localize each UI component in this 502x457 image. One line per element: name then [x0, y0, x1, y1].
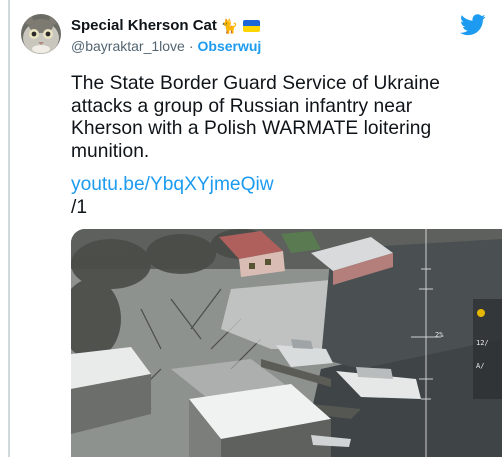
- ukraine-flag-icon: [243, 19, 261, 32]
- video-thumbnail[interactable]: 2% 12/ A/: [71, 229, 502, 457]
- cat-emoji: 🐈: [220, 17, 239, 34]
- twitter-bird-icon[interactable]: [460, 14, 486, 36]
- hud-side-label: A/: [476, 362, 485, 370]
- display-name[interactable]: Special Kherson Cat: [71, 17, 217, 34]
- youtube-link[interactable]: youtu.be/YbqXYjmeQiw: [71, 174, 274, 196]
- user-handle[interactable]: @bayraktar_1love: [71, 38, 185, 54]
- cat-avatar-image: [21, 14, 61, 54]
- thread-index: /1: [71, 197, 88, 218]
- tweet-text-line: The State Border Guard Service of Ukrain…: [71, 73, 440, 94]
- thread-line: [8, 0, 10, 457]
- separator-dot: ·: [188, 38, 194, 54]
- tweet-text: The State Border Guard Service of Ukrain…: [71, 73, 481, 163]
- drone-footage-image: [71, 229, 502, 457]
- follow-button[interactable]: Obserwuj: [198, 38, 262, 54]
- author-name-row[interactable]: Special Kherson Cat 🐈: [71, 17, 261, 34]
- handle-row: @bayraktar_1love · Obserwuj: [71, 38, 261, 54]
- tweet-text-line: munition.: [71, 140, 150, 162]
- tweet-card: Special Kherson Cat 🐈 @bayraktar_1love ·…: [0, 0, 502, 457]
- tweet-text-line: Kherson with a Polish WARMATE loitering: [71, 118, 432, 139]
- hud-side-label: 12/: [476, 339, 489, 347]
- avatar[interactable]: [21, 14, 61, 54]
- reticle-readout: 2%: [435, 331, 444, 339]
- tweet-text-line: attacks a group of Russian infantry near: [71, 95, 413, 117]
